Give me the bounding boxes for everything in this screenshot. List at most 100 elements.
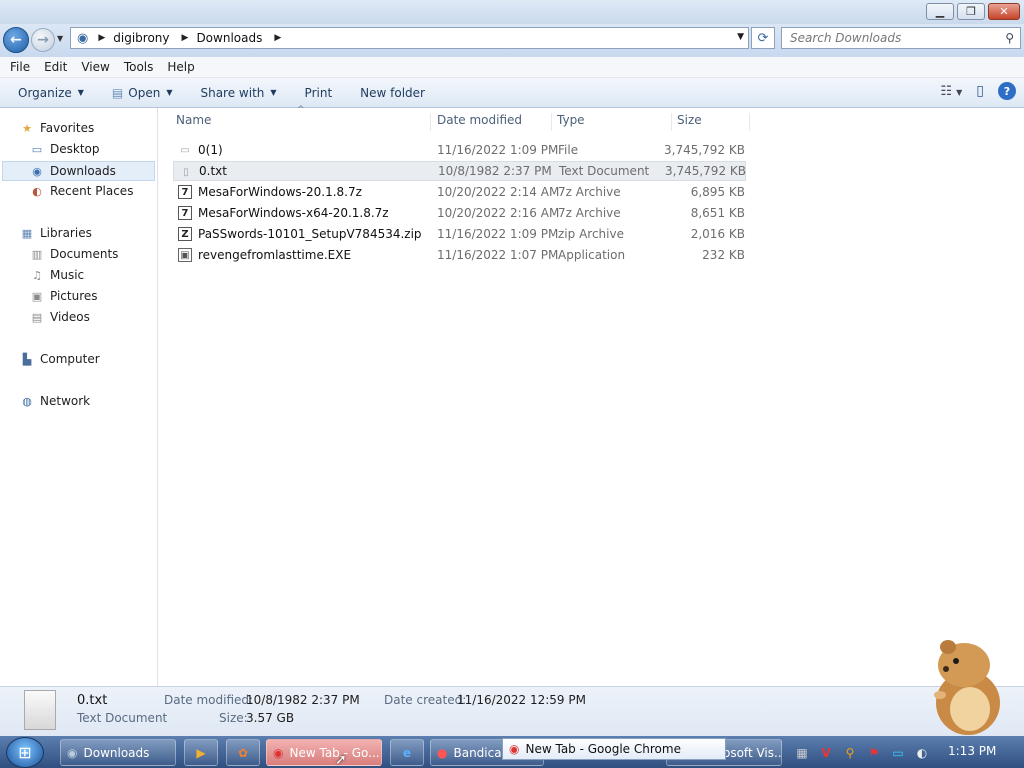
nav-desktop[interactable]: ▭ Desktop [30,142,100,156]
folder-location-icon: ◉ [77,30,89,46]
downloads-icon: ◉ [32,164,42,178]
file-name: MesaForWindows-x64-20.1.8.7z [198,206,389,220]
file-name: MesaForWindows-20.1.8.7z [198,185,362,199]
application-icon: ▣ [178,248,192,262]
column-header-size[interactable]: Size [672,113,750,131]
menu-tools[interactable]: Tools [124,60,154,74]
nav-computer[interactable]: ▙ Computer [20,352,100,366]
explorer-icon: ◉ [67,745,78,760]
share-with-label: Share with [200,85,265,100]
file-date: 10/20/2022 2:14 AM [437,185,560,199]
file-size: 232 KB [702,248,745,262]
file-row-selected[interactable]: ▯ 0.txt 10/8/1982 2:37 PM Text Document … [173,161,746,181]
nav-pictures[interactable]: ▣ Pictures [30,289,98,303]
nav-label: Downloads [50,164,116,178]
chrome-icon: ◉ [273,745,284,760]
nav-label: Libraries [40,226,92,240]
column-header-type[interactable]: Type [552,113,672,131]
breadcrumb-downloads[interactable]: Downloads [196,31,262,45]
tooltip-label: New Tab - Google Chrome [525,742,681,756]
nav-label: Desktop [50,142,100,156]
menu-help[interactable]: Help [167,60,194,74]
file-row[interactable]: ▣ revengefromlasttime.EXE 11/16/2022 1:0… [173,245,746,265]
details-size: 3.57 GB [246,711,295,725]
mouse-cursor-icon: ➚ [335,752,347,768]
menu-file[interactable]: File [10,60,30,74]
organize-button[interactable]: Organize ▼ [18,86,84,100]
tray-flag-icon[interactable]: ⚑ [866,745,882,761]
menu-bar: File Edit View Tools Help [0,57,1024,78]
preview-pane-button[interactable]: ▯ [976,83,984,99]
back-button[interactable]: ← [3,27,29,53]
maximize-icon: ❐ [966,5,976,18]
open-button[interactable]: ▤ Open ▼ [112,86,173,100]
maximize-button[interactable]: ❐ [957,3,985,20]
nav-downloads[interactable]: ◉ Downloads [2,161,155,181]
change-view-button[interactable]: ☷ ▼ [940,84,962,99]
network-icon: ◍ [22,394,32,408]
nav-documents[interactable]: ▥ Documents [30,247,119,261]
nav-libraries[interactable]: ▦ Libraries [20,226,92,240]
nav-network[interactable]: ◍ Network [20,394,90,408]
taskbar-media-player[interactable]: ▶ [184,739,218,766]
taskbar-internet-explorer[interactable]: e [390,739,424,766]
file-name: 0(1) [198,143,223,157]
chrome-icon: ◉ [509,742,520,756]
taskbar-chrome[interactable]: ◉ New Tab - Go... [266,739,382,766]
nav-favorites[interactable]: ★ Favorites [20,121,94,135]
tray-search-icon[interactable]: ⚲ [842,745,858,761]
file-size: 3,745,792 KB [665,164,746,178]
address-bar[interactable]: ◉ ▶ digibrony ▶ Downloads ▶ ▼ [70,27,749,49]
refresh-button[interactable]: ⟳ [751,27,775,49]
details-filetype: Text Document [77,711,168,725]
taskbar-clock[interactable]: 1:13 PM [948,744,996,758]
taskbar-tooltip: ◉ New Tab - Google Chrome [502,738,726,760]
tray-v-icon[interactable]: V [818,745,834,761]
print-button[interactable]: Print [305,86,333,100]
close-button[interactable]: ✕ [988,3,1020,20]
breadcrumb-separator-icon[interactable]: ▶ [98,33,105,43]
7z-archive-icon: 7 [178,185,192,199]
file-row[interactable]: 7 MesaForWindows-x64-20.1.8.7z 10/20/202… [173,203,746,223]
tray-volume-icon[interactable]: ◐ [914,745,930,761]
share-with-button[interactable]: Share with ▼ [200,86,276,100]
file-type: 7z Archive [558,185,621,199]
nav-recent-places[interactable]: ◐ Recent Places [30,184,133,198]
title-bar [0,0,1024,24]
7z-archive-icon: 7 [178,206,192,220]
library-icon: ▦ [21,226,33,240]
tray-app-icon[interactable]: ▦ [794,745,810,761]
media-player-icon: ▶ [196,745,206,760]
desktop-icon: ▭ [31,142,43,156]
start-button[interactable]: ⊞ [6,737,44,768]
minimize-button[interactable]: ▁ [926,3,954,20]
nav-music[interactable]: ♫ Music [30,268,84,282]
taskbar-app[interactable]: ✿ [226,739,260,766]
column-header-name[interactable]: Name [171,113,431,131]
music-icon: ♫ [32,268,42,282]
text-file-icon: ▯ [183,166,189,178]
breadcrumb-digibrony[interactable]: digibrony [113,31,169,45]
search-input[interactable]: Search Downloads ⚲ [781,27,1021,49]
address-history-dropdown[interactable]: ▼ [737,32,744,42]
taskbar-downloads[interactable]: ◉ Downloads [60,739,176,766]
recent-pages-dropdown[interactable]: ▼ [57,34,63,43]
view-controls: ☷ ▼ ▯ ? [940,82,1016,100]
search-icon[interactable]: ⚲ [1005,31,1014,45]
tray-monitor-icon[interactable]: ▭ [890,745,906,761]
breadcrumb-separator-icon[interactable]: ▶ [274,33,281,43]
nav-videos[interactable]: ▤ Videos [30,310,90,324]
help-icon[interactable]: ? [998,82,1016,100]
file-size: 6,895 KB [690,185,745,199]
file-row[interactable]: ▭ 0(1) 11/16/2022 1:09 PM File 3,745,792… [173,140,746,160]
menu-edit[interactable]: Edit [44,60,67,74]
breadcrumb-separator-icon[interactable]: ▶ [182,33,189,43]
forward-button[interactable]: → [31,28,55,52]
file-size: 3,745,792 KB [664,143,745,157]
menu-view[interactable]: View [81,60,109,74]
file-row[interactable]: 7 MesaForWindows-20.1.8.7z 10/20/2022 2:… [173,182,746,202]
file-row[interactable]: Z PaSSwords-10101_SetupV784534.zip 11/16… [173,224,746,244]
file-type: 7z Archive [558,206,621,220]
new-folder-button[interactable]: New folder [360,86,425,100]
column-header-date-modified[interactable]: Date modified [432,113,552,131]
